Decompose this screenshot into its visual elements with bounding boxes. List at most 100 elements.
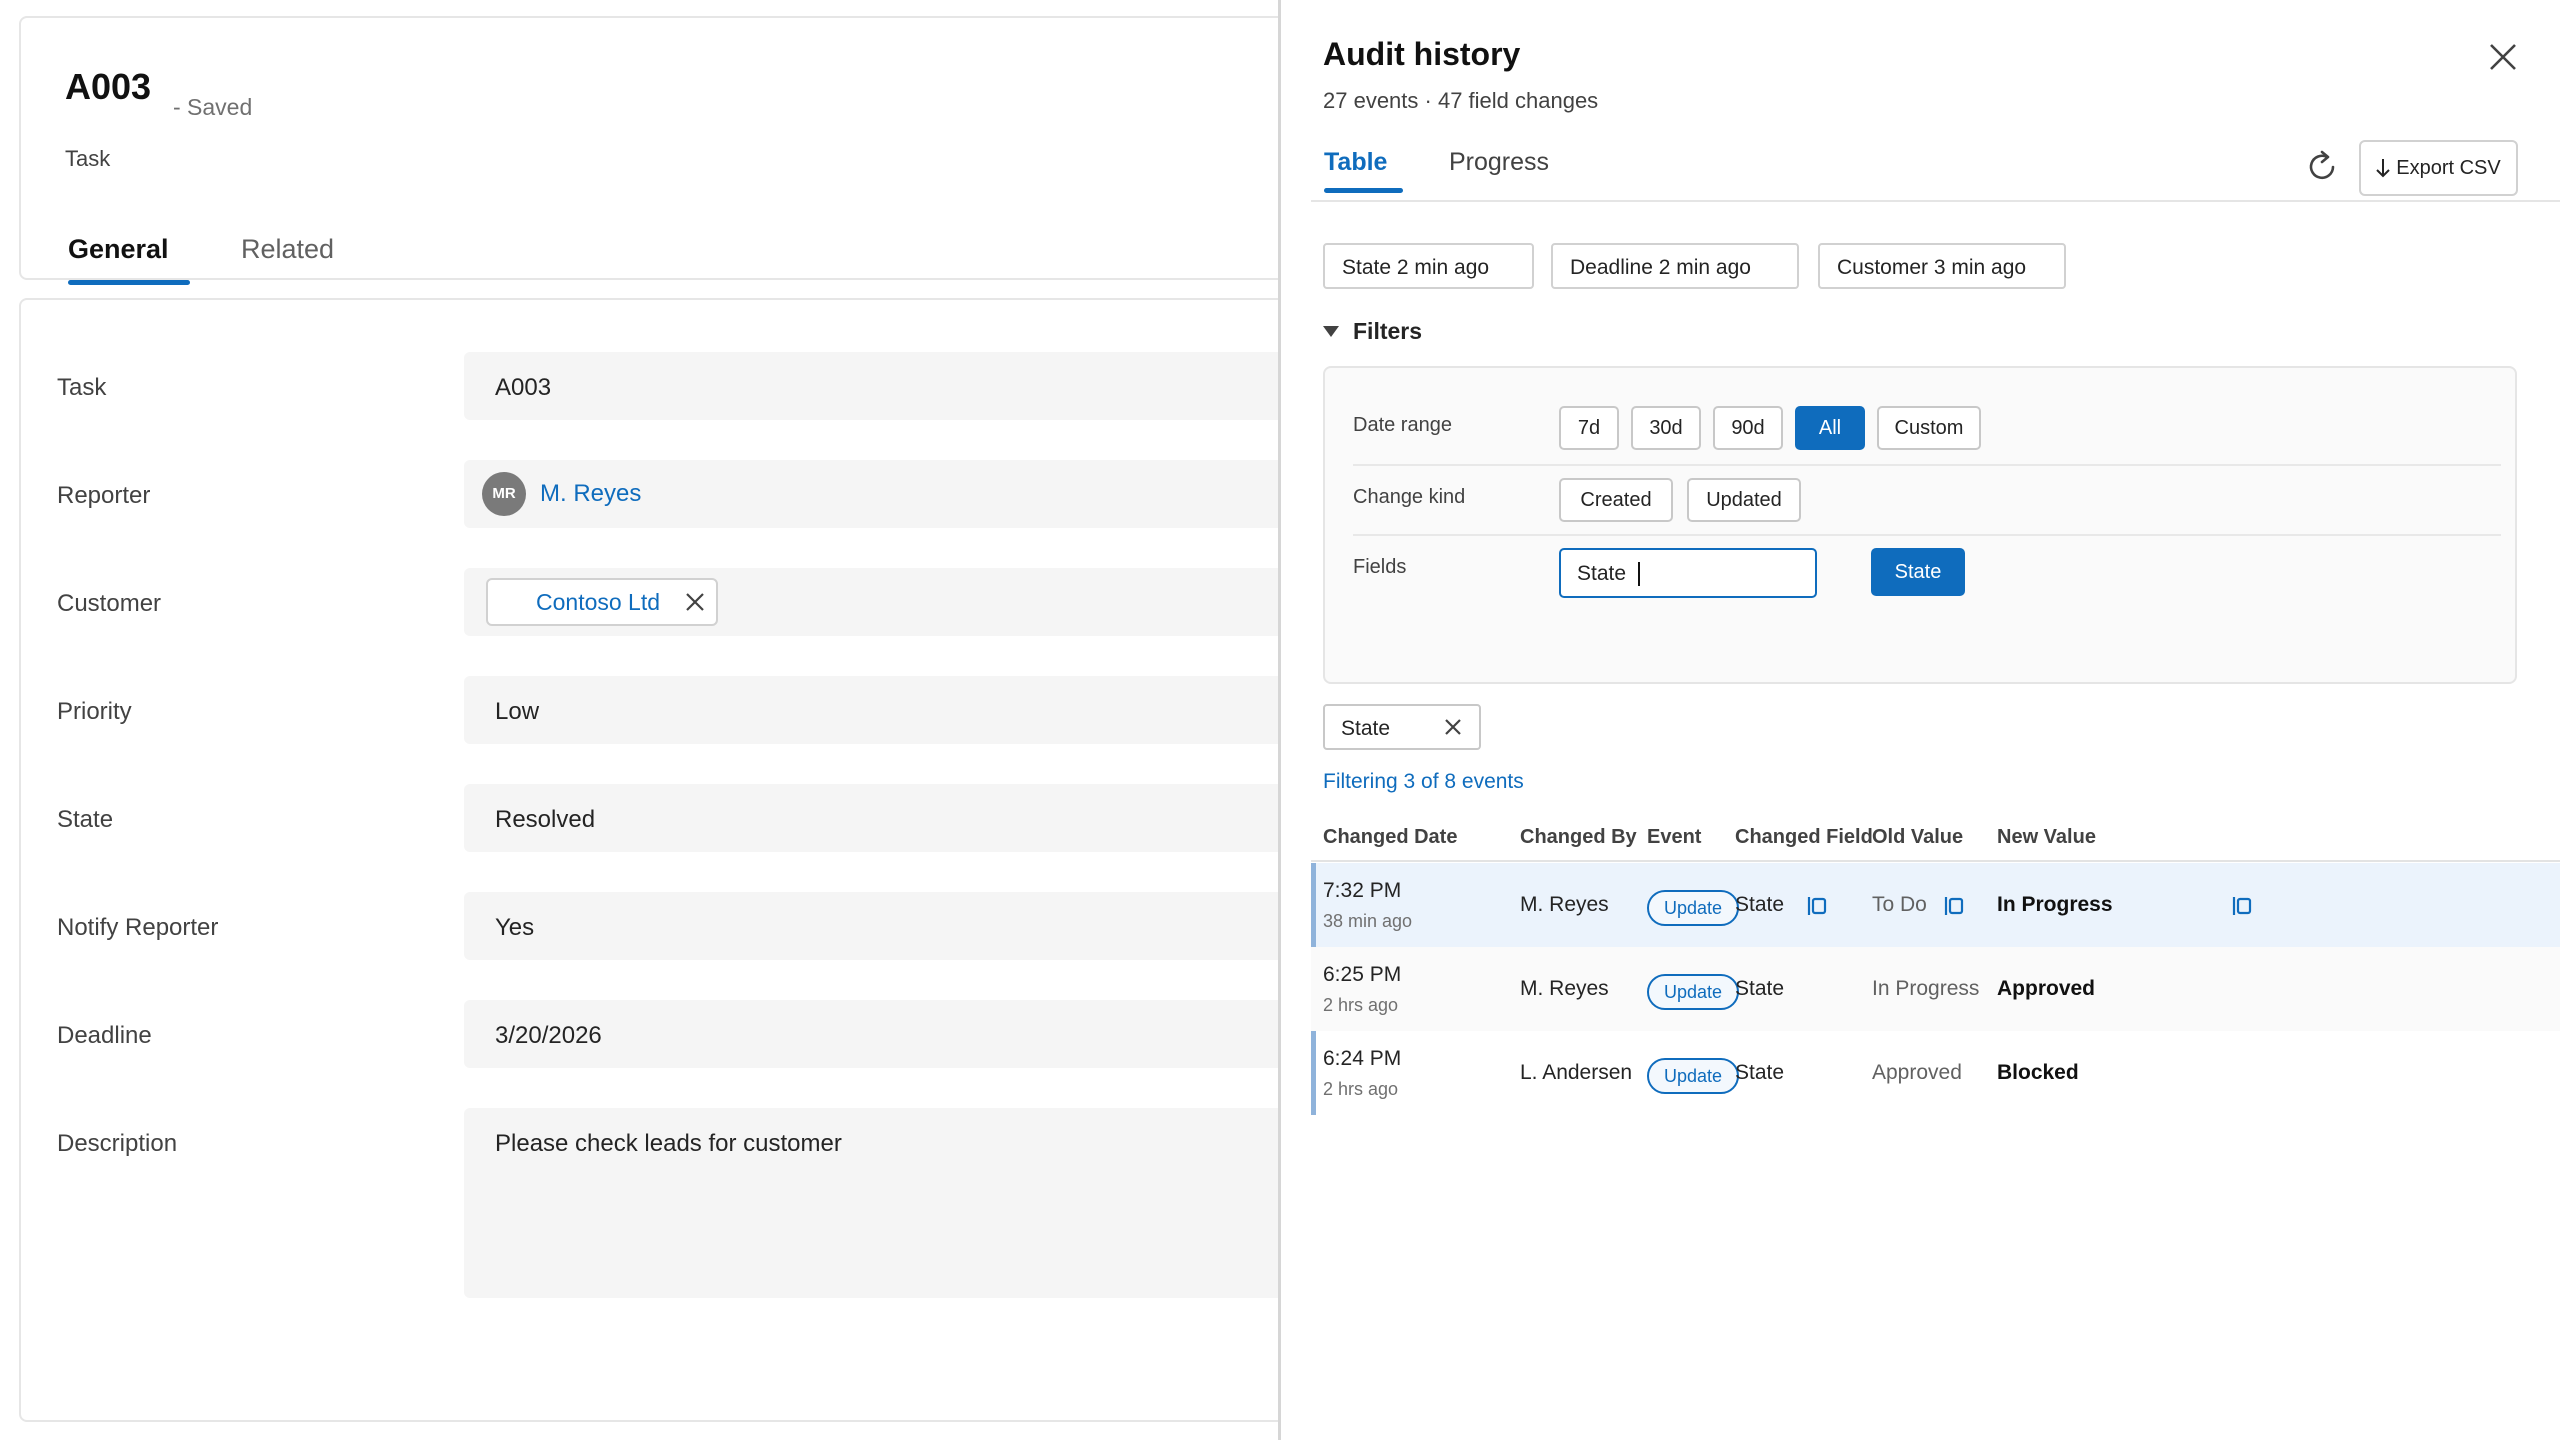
table-row[interactable]: 6:25 PM 2 hrs ago M. Reyes Update State … — [1311, 947, 2560, 1031]
changed-field: State — [1735, 977, 1785, 1000]
description-value: Please check leads for customer — [495, 1130, 842, 1157]
field-label-deadline: Deadline — [57, 1022, 152, 1049]
tab-general-indicator — [68, 280, 190, 285]
task-field[interactable]: A003 — [464, 352, 1384, 420]
state-field[interactable]: Resolved — [464, 784, 1384, 852]
tab-progress[interactable]: Progress — [1449, 148, 1549, 177]
tab-related[interactable]: Related — [241, 234, 334, 265]
column-header-event[interactable]: Event — [1647, 826, 1701, 849]
avatar: MR — [482, 472, 526, 516]
divider — [1353, 534, 2501, 536]
fields-search-input[interactable]: State — [1559, 548, 1817, 598]
tab-divider — [1311, 200, 2560, 202]
recent-change-chip[interactable]: State 2 min ago — [1323, 243, 1534, 289]
date-range-90d[interactable]: 90d — [1713, 406, 1783, 450]
notify-reporter-field[interactable]: Yes — [464, 892, 1384, 960]
record-title: A003 — [65, 66, 152, 107]
changed-relative-time: 38 min ago — [1323, 911, 1413, 931]
priority-value: Low — [495, 698, 540, 725]
divider — [1353, 464, 2501, 466]
record-header: A003 - Saved Task General Related — [19, 16, 1379, 285]
applied-filter-label: State — [1341, 717, 1391, 740]
change-kind-created[interactable]: Created — [1559, 478, 1673, 522]
reporter-link[interactable]: M. Reyes — [540, 480, 641, 508]
field-label-task: Task — [57, 374, 107, 401]
export-csv-label: Export CSV — [2396, 156, 2501, 179]
field-label-description: Description — [57, 1130, 178, 1157]
tab-table-indicator — [1324, 188, 1403, 193]
form-section: Task A003 Reporter MR M. Reyes Customer … — [19, 298, 1384, 1422]
filters-label: Filters — [1353, 318, 1423, 344]
field-label-notify-reporter: Notify Reporter — [57, 914, 219, 941]
customer-chip[interactable]: Contoso Ltd — [486, 578, 718, 626]
changed-relative-time: 2 hrs ago — [1323, 995, 1399, 1015]
fields-label: Fields — [1353, 556, 1407, 578]
date-range-custom[interactable]: Custom — [1877, 406, 1981, 450]
panel-subtitle: 27 events · 47 field changes — [1323, 88, 1599, 113]
row-selection-indicator — [1311, 863, 1316, 947]
table-row[interactable]: 7:32 PM 38 min ago M. Reyes Update State… — [1311, 863, 2560, 947]
reporter-field[interactable]: MR M. Reyes — [464, 460, 1384, 528]
column-header-changed-date[interactable]: Changed Date — [1323, 826, 1457, 849]
date-range-30d[interactable]: 30d — [1631, 406, 1701, 450]
field-label-customer: Customer — [57, 590, 162, 617]
table-row[interactable]: 6:24 PM 2 hrs ago L. Andersen Update Sta… — [1311, 1031, 2560, 1115]
event-badge: Update — [1647, 890, 1739, 926]
recent-change-chip[interactable]: Customer 3 min ago — [1818, 243, 2066, 289]
column-header-changed-field[interactable]: Changed Field — [1735, 826, 1873, 849]
changed-relative-time: 2 hrs ago — [1323, 1079, 1399, 1099]
changed-by: M. Reyes — [1520, 977, 1609, 1000]
recent-change-chip[interactable]: Deadline 2 min ago — [1551, 243, 1799, 289]
table-header-divider — [1311, 860, 2560, 862]
customer-link[interactable]: Contoso Ltd — [536, 589, 660, 616]
changed-time: 7:32 PM — [1323, 879, 1402, 902]
record-save-status: - Saved — [173, 94, 253, 120]
field-suggestion-button[interactable]: State — [1871, 548, 1965, 596]
copy-icon[interactable] — [2229, 893, 2255, 919]
deadline-field[interactable]: 3/20/2026 — [464, 1000, 1384, 1068]
close-icon[interactable] — [684, 591, 706, 613]
tab-table[interactable]: Table — [1324, 148, 1387, 177]
customer-field[interactable]: Contoso Ltd — [464, 568, 1384, 636]
changed-field: State — [1735, 893, 1785, 916]
close-icon[interactable] — [2486, 40, 2520, 74]
changed-by: M. Reyes — [1520, 893, 1609, 916]
column-header-old-value[interactable]: Old Value — [1872, 826, 1963, 849]
copy-icon[interactable] — [1941, 893, 1967, 919]
tab-general[interactable]: General — [68, 234, 169, 265]
deadline-value: 3/20/2026 — [495, 1022, 602, 1049]
changed-field: State — [1735, 1061, 1785, 1084]
event-badge: Update — [1647, 1058, 1739, 1094]
old-value: Approved — [1872, 1061, 1962, 1084]
priority-field[interactable]: Low — [464, 676, 1384, 744]
change-kind-updated[interactable]: Updated — [1687, 478, 1801, 522]
notify-reporter-value: Yes — [495, 914, 535, 941]
date-range-7d[interactable]: 7d — [1559, 406, 1619, 450]
filter-panel: Date range 7d 30d 90d All Custom Change … — [1323, 366, 2517, 684]
filtering-count-link[interactable]: Filtering 3 of 8 events — [1323, 770, 1524, 794]
column-header-new-value[interactable]: New Value — [1997, 826, 2096, 849]
refresh-icon[interactable] — [2303, 148, 2341, 186]
record-entity-name: Task — [65, 146, 111, 171]
changed-time: 6:25 PM — [1323, 963, 1402, 986]
date-range-all[interactable]: All — [1795, 406, 1865, 450]
close-icon[interactable] — [1443, 717, 1463, 737]
changed-by: L. Andersen — [1520, 1061, 1633, 1084]
column-header-changed-by[interactable]: Changed By — [1520, 826, 1637, 849]
description-field[interactable]: Please check leads for customer — [464, 1108, 1384, 1298]
changed-time: 6:24 PM — [1323, 1047, 1402, 1070]
audit-history-panel: Audit history 27 events · 47 field chang… — [1278, 0, 2560, 1440]
applied-filter-chip: State — [1323, 704, 1481, 750]
old-value: In Progress — [1872, 977, 1980, 1000]
new-value: In Progress — [1997, 893, 2113, 916]
task-value: A003 — [495, 374, 552, 401]
field-label-state: State — [57, 806, 114, 833]
export-csv-button[interactable]: Export CSV — [2359, 140, 2518, 196]
panel-title: Audit history — [1323, 36, 1521, 72]
event-badge: Update — [1647, 974, 1739, 1010]
state-value: Resolved — [495, 806, 596, 833]
copy-icon[interactable] — [1804, 893, 1830, 919]
filters-toggle[interactable]: Filters — [1323, 318, 1422, 345]
field-label-reporter: Reporter — [57, 482, 151, 509]
date-range-label: Date range — [1353, 414, 1452, 436]
